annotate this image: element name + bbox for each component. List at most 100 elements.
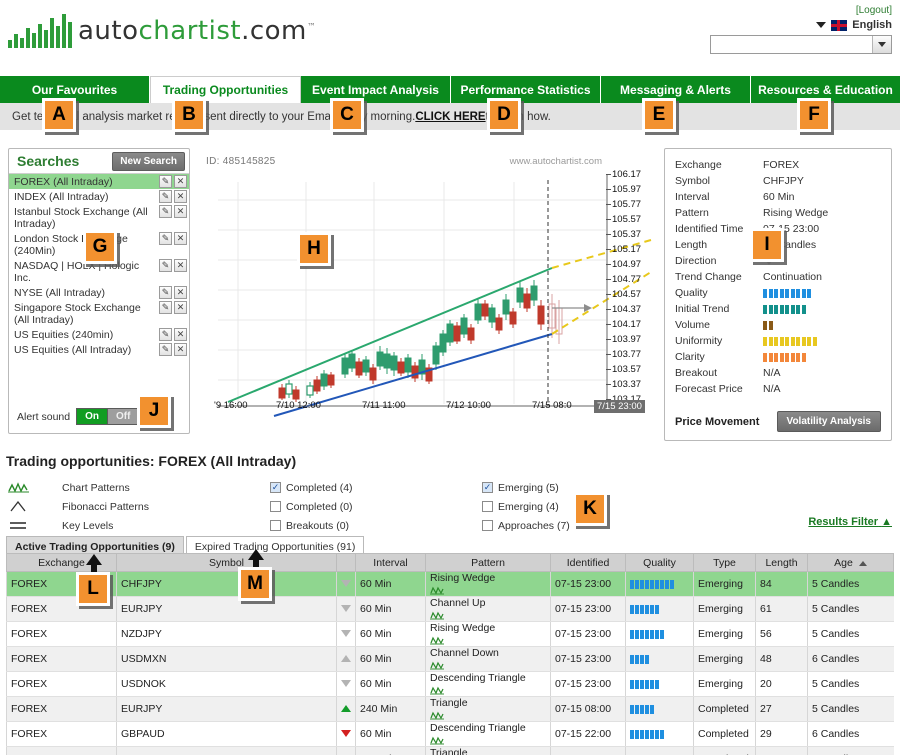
filter-row[interactable]: Breakouts (0) xyxy=(270,516,353,535)
delete-icon[interactable]: ✕ xyxy=(174,190,187,203)
search-item[interactable]: INDEX (All Intraday) ✎ ✕ xyxy=(9,189,189,204)
search-item[interactable]: FOREX (All Intraday) ✎ ✕ xyxy=(9,174,189,189)
checkbox-breakouts-0[interactable] xyxy=(270,520,281,531)
search-item-label: Singapore Stock Exchange (All Intraday) xyxy=(14,302,141,326)
filter-row[interactable]: Completed (0) xyxy=(270,497,353,516)
cell-age: 5 Candles xyxy=(807,596,894,622)
table-row[interactable]: FOREX GBPAUD 60 Min Descending Triangle 07-1… xyxy=(6,721,894,747)
checkbox-approaches-7[interactable] xyxy=(482,520,493,531)
search-item[interactable]: NYSE (All Intraday) ✎ ✕ xyxy=(9,285,189,300)
cell-age: 5 Candles xyxy=(807,621,894,647)
table-row[interactable]: FOREX USDNOK 60 Min Descending Triangle 07-1… xyxy=(6,671,894,697)
detail-bar-meter xyxy=(763,336,817,346)
main-navigation: Our Favourites Trading Opportunities Eve… xyxy=(0,76,900,103)
chevron-down-icon[interactable] xyxy=(816,22,827,28)
delete-icon[interactable]: ✕ xyxy=(174,301,187,314)
price-movement-row: Price Movement Volatility Analysis xyxy=(675,411,881,432)
col-symbol[interactable]: Symbol xyxy=(116,553,337,572)
filter-row[interactable]: Emerging (4) xyxy=(482,497,570,516)
checkbox-emerging-4[interactable] xyxy=(482,501,493,512)
new-search-button[interactable]: New Search xyxy=(112,151,185,171)
delete-icon[interactable]: ✕ xyxy=(174,343,187,356)
cell-age: 6 Candles xyxy=(807,646,894,672)
y-tick-mark xyxy=(606,324,611,325)
cell-symbol: EURPLN xyxy=(116,746,337,755)
search-item[interactable]: Singapore Stock Exchange (All Intraday) ✎… xyxy=(9,300,189,327)
edit-icon[interactable]: ✎ xyxy=(159,301,172,314)
search-item[interactable]: US Equities (All Intraday) ✎ ✕ xyxy=(9,342,189,357)
filter-row[interactable]: ✓ Emerging (5) xyxy=(482,478,570,497)
logout-link[interactable]: [Logout] xyxy=(856,5,892,16)
language-selector[interactable]: English xyxy=(710,19,892,31)
search-item-label: FOREX (All Intraday) xyxy=(14,176,113,188)
table-row[interactable]: FOREX EURJPY 240 Min Triangle 07-15 08:00 Com… xyxy=(6,696,894,722)
filter-row[interactable]: ✓ Completed (4) xyxy=(270,478,353,497)
checkbox-emerging-5[interactable]: ✓ xyxy=(482,482,493,493)
cell-pattern: Triangle xyxy=(425,696,551,722)
checkbox-completed-4[interactable]: ✓ xyxy=(270,482,281,493)
checkbox-completed-0[interactable] xyxy=(270,501,281,512)
col-interval[interactable]: Interval xyxy=(355,553,426,572)
delete-icon[interactable]: ✕ xyxy=(174,286,187,299)
col-length[interactable]: Length xyxy=(755,553,808,572)
table-row[interactable]: FOREX NZDJPY 60 Min Rising Wedge 07-15 23:00… xyxy=(6,621,894,647)
delete-icon[interactable]: ✕ xyxy=(174,205,187,218)
table-row[interactable]: FOREXEURPLN 240 MinTriangle07-15 04:00 Com… xyxy=(6,746,894,755)
searches-list: FOREX (All Intraday) ✎ ✕ INDEX (All Intrad… xyxy=(9,173,189,357)
alert-sound-off-button[interactable]: Off xyxy=(108,408,140,425)
y-tick-label: 105.57 xyxy=(612,214,642,225)
cell-quality xyxy=(625,621,694,647)
edit-icon[interactable]: ✎ xyxy=(159,205,172,218)
table-row[interactable]: FOREX USDMXN 60 Min Channel Down 07-15 23:00… xyxy=(6,646,894,672)
chevron-down-icon xyxy=(878,42,886,47)
col-pattern[interactable]: Pattern xyxy=(425,553,551,572)
results-filter-link[interactable]: Results Filter ▲ xyxy=(808,516,892,528)
uk-flag-icon xyxy=(831,19,848,31)
col-identified[interactable]: Identified xyxy=(550,553,626,572)
price-chart[interactable]: ID: 485145825 www.autochartist.com 106.1… xyxy=(196,148,658,434)
direction-dn-icon xyxy=(341,605,351,612)
search-item[interactable]: US Equities (240min) ✎ ✕ xyxy=(9,327,189,342)
filter-row[interactable]: Approaches (7) xyxy=(482,516,570,535)
edit-icon[interactable]: ✎ xyxy=(159,232,172,245)
annotation-marker-e: E xyxy=(642,98,676,132)
delete-icon[interactable]: ✕ xyxy=(174,328,187,341)
nav-tab-event-impact-analysis[interactable]: Event Impact Analysis xyxy=(301,76,451,103)
header-dropdown[interactable] xyxy=(710,35,892,54)
volatility-analysis-button[interactable]: Volatility Analysis xyxy=(776,411,881,432)
cell-identified: 07-15 23:00 xyxy=(550,596,626,622)
nav-tab-messaging-alerts[interactable]: Messaging & Alerts xyxy=(601,76,751,103)
nav-tab-performance-statistics[interactable]: Performance Statistics xyxy=(451,76,601,103)
delete-icon[interactable]: ✕ xyxy=(174,175,187,188)
delete-icon[interactable]: ✕ xyxy=(174,259,187,272)
edit-icon[interactable]: ✎ xyxy=(159,343,172,356)
cell-symbol: NZDJPY xyxy=(116,621,337,647)
delete-icon[interactable]: ✕ xyxy=(174,232,187,245)
edit-icon[interactable]: ✎ xyxy=(159,328,172,341)
col-quality[interactable]: Quality xyxy=(625,553,694,572)
alert-sound-on-button[interactable]: On xyxy=(76,408,109,425)
autochartist-logo[interactable]: autochartist.com™ xyxy=(8,8,316,48)
header-dropdown-toggle[interactable] xyxy=(872,36,891,53)
banner-click-here-link[interactable]: CLICK HERE xyxy=(415,111,485,123)
detail-label: Symbol xyxy=(675,175,711,187)
cell-pattern: Channel Up xyxy=(425,596,551,622)
detail-label: Breakout xyxy=(675,367,718,379)
col-type[interactable]: Type xyxy=(693,553,756,572)
annotation-marker-a: A xyxy=(42,98,76,132)
search-item[interactable]: Istanbul Stock Exchange (All Intraday) ✎ ✕ xyxy=(9,204,189,231)
search-item-label: US Equities (All Intraday) xyxy=(14,344,132,356)
table-row[interactable]: FOREX CHFJPY 60 Min Rising Wedge 07-15 23:00… xyxy=(6,571,894,597)
y-tick-mark xyxy=(606,234,611,235)
detail-row: Trend Change Continuation xyxy=(675,269,881,285)
detail-label: Trend Change xyxy=(675,271,742,283)
col-age[interactable]: Age xyxy=(807,553,894,572)
edit-icon[interactable]: ✎ xyxy=(159,286,172,299)
table-row[interactable]: FOREX EURJPY 60 Min Channel Up 07-15 23:00 Em… xyxy=(6,596,894,622)
detail-row: Symbol CHFJPY xyxy=(675,173,881,189)
edit-icon[interactable]: ✎ xyxy=(159,190,172,203)
cell-type: Completed xyxy=(693,746,756,755)
edit-icon[interactable]: ✎ xyxy=(159,175,172,188)
legend-label: Key Levels xyxy=(62,519,114,532)
edit-icon[interactable]: ✎ xyxy=(159,259,172,272)
